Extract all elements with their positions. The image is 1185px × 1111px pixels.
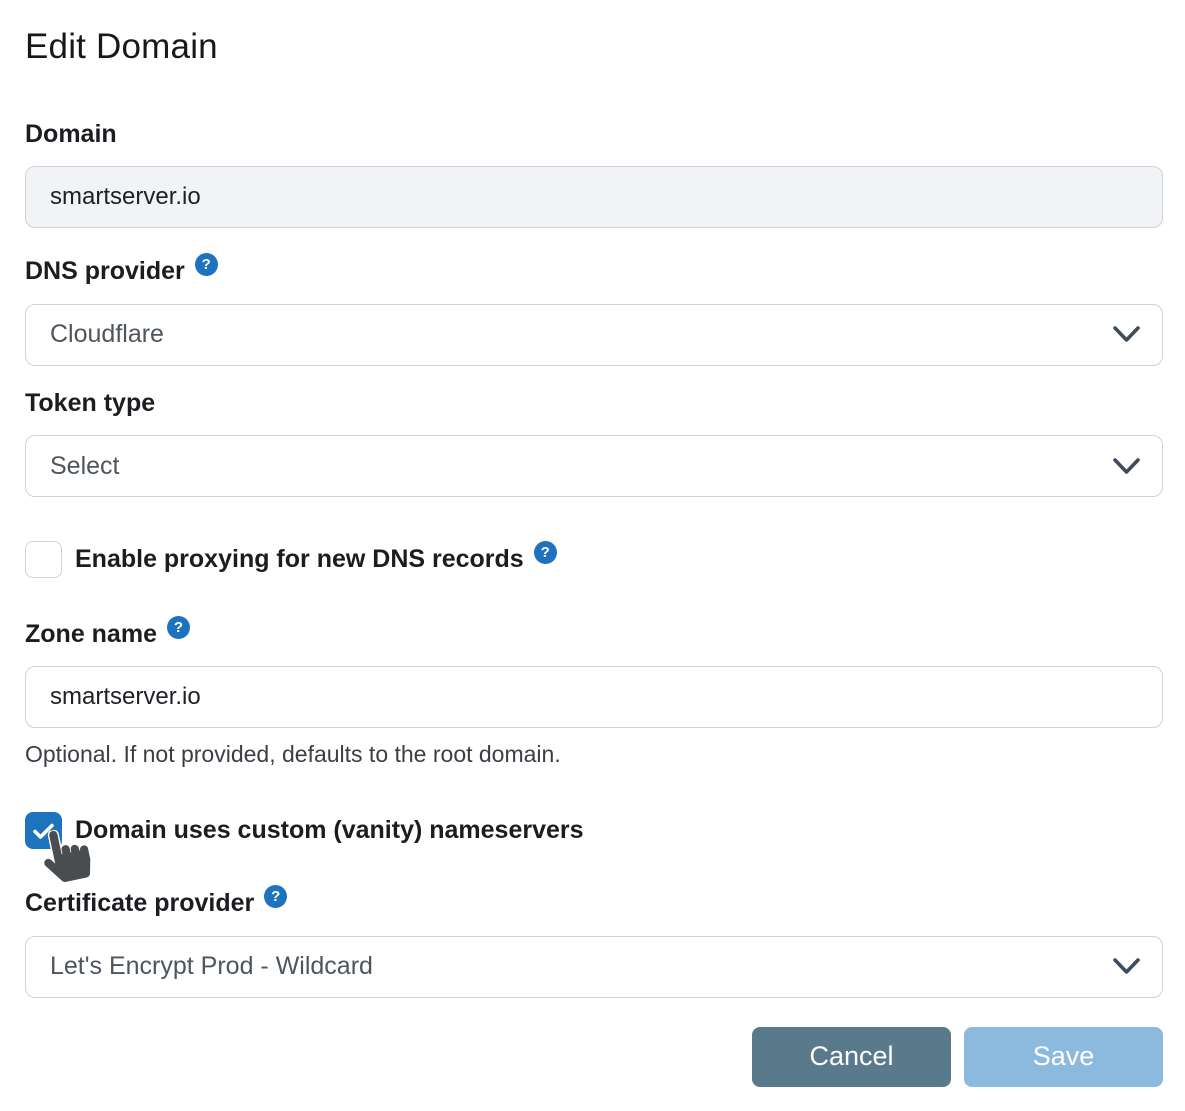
token-type-select[interactable]: Select xyxy=(25,435,1163,498)
help-icon[interactable]: ? xyxy=(264,884,288,908)
edit-domain-modal: Edit Domain Domain DNS provider ? Cloudf… xyxy=(0,0,1185,1111)
domain-label: Domain xyxy=(25,120,117,148)
chevron-down-icon xyxy=(1113,958,1140,975)
cancel-button[interactable]: Cancel xyxy=(752,1026,951,1087)
proxy-checkbox-row: Enable proxying for new DNS records ? xyxy=(25,541,1163,579)
zone-name-label-row: Zone name ? xyxy=(25,616,1163,649)
help-icon[interactable]: ? xyxy=(533,541,557,565)
modal-footer: Cancel Save xyxy=(25,1026,1163,1087)
help-icon[interactable]: ? xyxy=(194,252,218,276)
zone-name-helper-text: Optional. If not provided, defaults to t… xyxy=(25,741,561,767)
proxy-checkbox-label[interactable]: Enable proxying for new DNS records xyxy=(75,545,524,574)
certificate-provider-value: Let's Encrypt Prod - Wildcard xyxy=(50,952,373,981)
token-type-value: Select xyxy=(50,451,120,480)
domain-input xyxy=(25,165,1163,228)
certificate-provider-label: Certificate provider xyxy=(25,889,255,917)
chevron-down-icon xyxy=(1113,457,1140,474)
token-type-label: Token type xyxy=(25,388,156,417)
dns-provider-label-row: DNS provider ? xyxy=(25,252,1163,286)
page-title: Edit Domain xyxy=(25,27,218,66)
checkmark-icon xyxy=(33,823,54,839)
zone-name-input[interactable] xyxy=(25,666,1163,728)
chevron-down-icon xyxy=(1113,326,1140,342)
help-icon[interactable]: ? xyxy=(166,616,190,640)
certificate-provider-select[interactable]: Let's Encrypt Prod - Wildcard xyxy=(25,935,1163,998)
zone-name-label: Zone name xyxy=(25,620,157,649)
proxy-checkbox[interactable] xyxy=(25,541,62,579)
dns-provider-value: Cloudflare xyxy=(50,320,164,348)
dns-provider-select[interactable]: Cloudflare xyxy=(25,303,1163,366)
vanity-checkbox-row: Domain uses custom (vanity) nameservers xyxy=(25,812,1163,884)
vanity-checkbox-label[interactable]: Domain uses custom (vanity) nameservers xyxy=(75,816,584,845)
vanity-checkbox[interactable] xyxy=(25,812,62,849)
certificate-provider-label-row: Certificate provider ? xyxy=(25,884,1163,918)
save-button[interactable]: Save xyxy=(964,1026,1163,1087)
dns-provider-label: DNS provider xyxy=(25,256,185,285)
